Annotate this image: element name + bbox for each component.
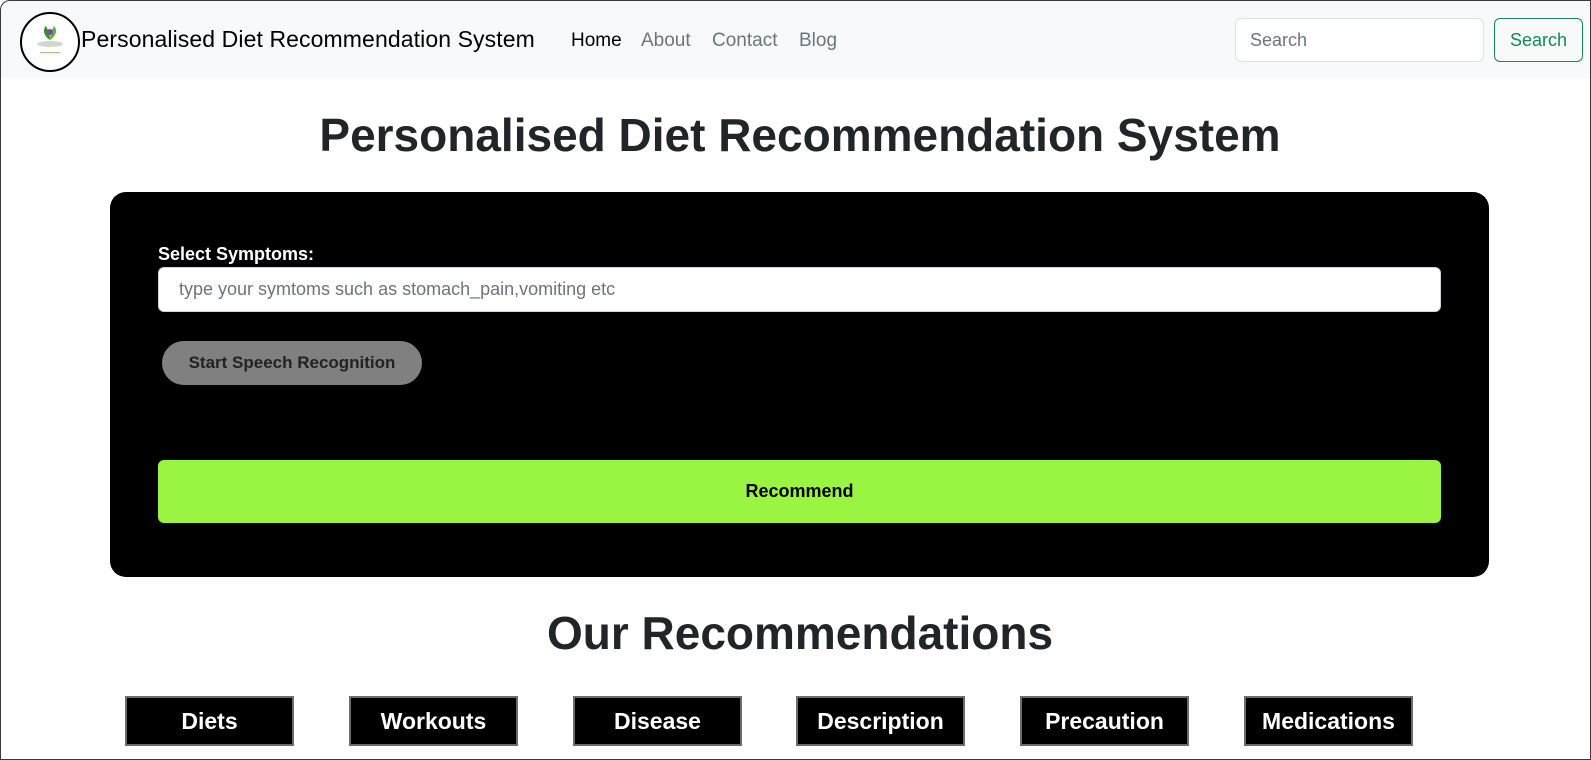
symptom-form-panel: Select Symptoms: Start Speech Recognitio… <box>110 192 1489 577</box>
brand-title[interactable]: Personalised Diet Recommendation System <box>81 26 535 53</box>
tab-disease[interactable]: Disease <box>573 696 742 746</box>
tab-workouts[interactable]: Workouts <box>349 696 518 746</box>
nav-link-about[interactable]: About <box>641 30 691 52</box>
nav-link-home[interactable]: Home <box>571 30 622 52</box>
nav-link-contact[interactable]: Contact <box>712 30 777 52</box>
search-button[interactable]: Search <box>1494 18 1583 62</box>
search-input[interactable] <box>1235 18 1484 62</box>
tab-diets[interactable]: Diets <box>125 696 294 746</box>
page-title: Personalised Diet Recommendation System <box>319 109 1281 161</box>
tab-description[interactable]: Description <box>796 696 965 746</box>
tab-precaution[interactable]: Precaution <box>1020 696 1189 746</box>
symptoms-label: Select Symptoms: <box>158 244 315 264</box>
leaf-plate-logo-icon[interactable] <box>20 12 80 72</box>
start-speech-recognition-button[interactable]: Start Speech Recognition <box>162 341 422 385</box>
recommend-button[interactable]: Recommend <box>158 460 1441 523</box>
symptoms-input[interactable] <box>158 267 1441 312</box>
tab-medications[interactable]: Medications <box>1244 696 1413 746</box>
navbar: Personalised Diet Recommendation System … <box>1 1 1590 78</box>
nav-link-blog[interactable]: Blog <box>799 30 837 52</box>
recommendations-title: Our Recommendations <box>546 607 1054 659</box>
